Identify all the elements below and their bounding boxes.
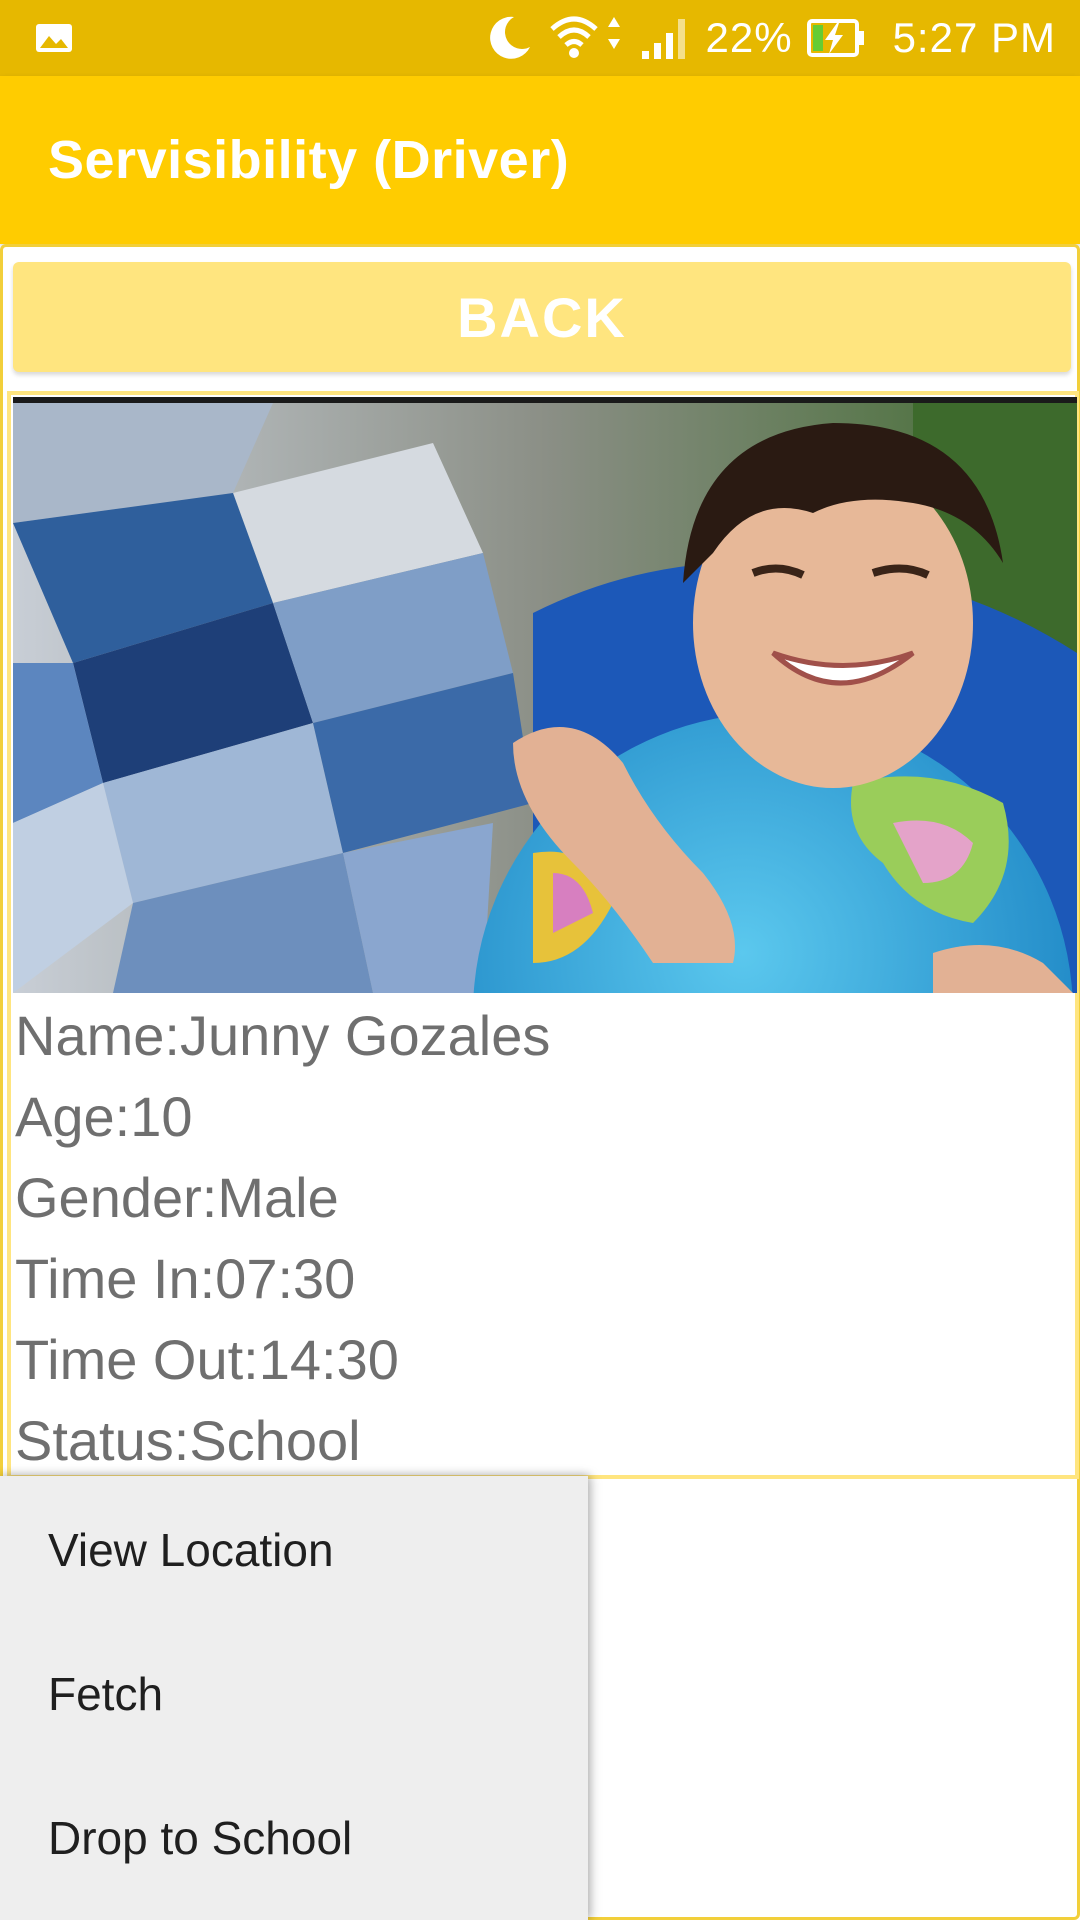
child-gender: Gender:Male [15,1166,339,1229]
status-bar: 22% 5:27 PM [0,0,1080,76]
child-age: Age:10 [15,1085,193,1148]
child-name: Name:Junny Gozales [15,1004,551,1067]
popup-menu: View Location Fetch Drop to School [0,1476,588,1920]
status-right: 22% 5:27 PM [484,13,1056,63]
menu-item-drop-to-school[interactable]: Drop to School [0,1766,588,1910]
menu-item-view-location[interactable]: View Location [0,1478,588,1622]
child-details-panel[interactable]: Name:Junny Gozales Age:10 Gender:Male Ti… [7,391,1079,1479]
menu-item-fetch[interactable]: Fetch [0,1622,588,1766]
status-time: 5:27 PM [892,14,1056,61]
gallery-notification-icon [34,22,74,54]
status-left [34,22,74,54]
battery-percent: 22% [705,14,793,61]
app-bar: Servisibility (Driver) [0,76,1080,244]
back-button[interactable]: BACK [13,262,1071,372]
signal-icon [640,15,692,61]
child-time-in: Time In:07:30 [15,1247,356,1310]
child-time-out: Time Out:14:30 [15,1328,399,1391]
child-info-list: Name:Junny Gozales Age:10 Gender:Male Ti… [15,995,1075,1481]
battery-charging-icon [806,18,865,58]
child-status: Status:School [15,1409,361,1472]
moon-icon [484,13,534,63]
app-title: Servisibility (Driver) [48,130,570,190]
child-photo [13,397,1077,993]
wifi-icon [548,13,626,63]
